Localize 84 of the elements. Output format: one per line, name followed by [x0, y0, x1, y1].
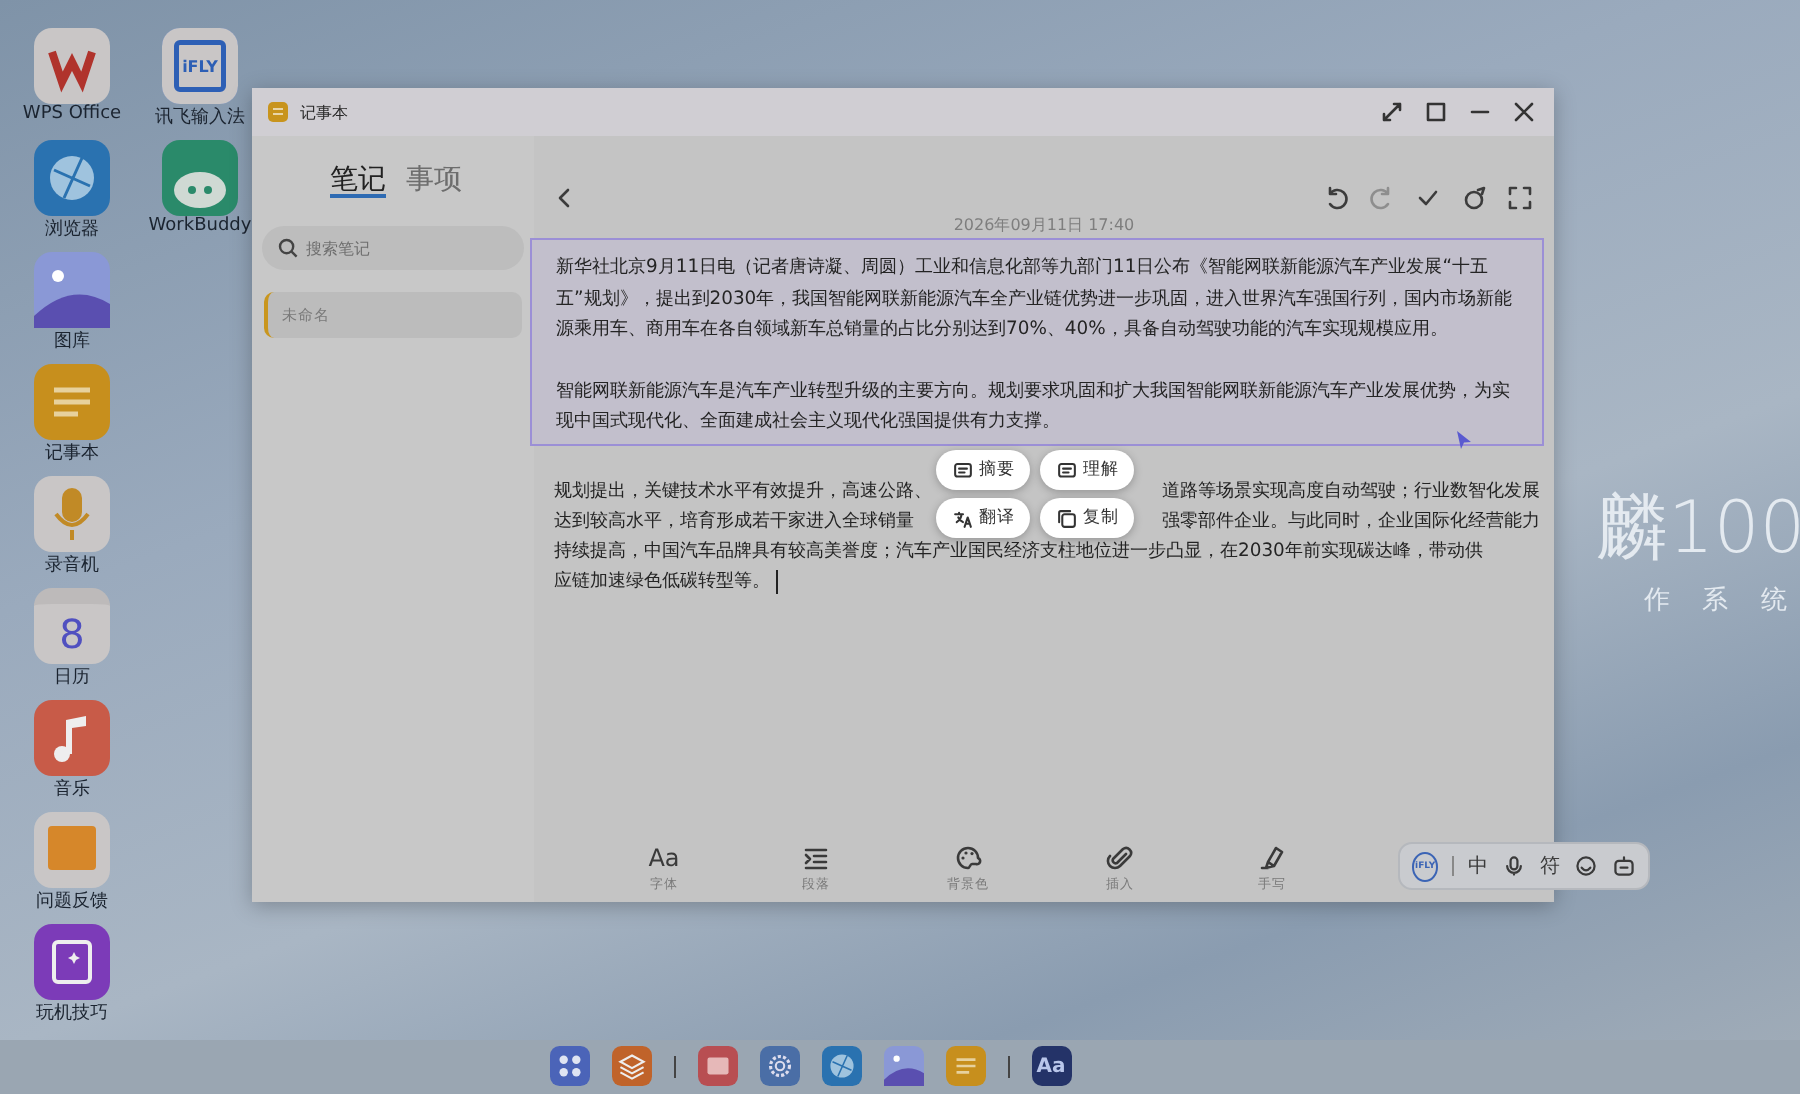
- emoji-button[interactable]: [1574, 854, 1598, 878]
- app-icon: [34, 812, 110, 888]
- app-label[interactable]: 图库: [54, 328, 90, 354]
- mic-button[interactable]: [1502, 854, 1526, 878]
- text-line: 达到较高水平，培育形成若干家进入全球销量: [554, 507, 914, 536]
- dock-app-button[interactable]: [549, 1046, 589, 1086]
- speech-bubble-icon: [951, 459, 973, 481]
- wallpaper-logo-subtitle: 作 系 统: [1644, 584, 1800, 618]
- text-line: 道路等场景实现高度自动驾驶；行业数智化发展: [1162, 477, 1540, 505]
- understand-button[interactable]: 理解: [1040, 450, 1134, 490]
- app-icon: [883, 1046, 923, 1086]
- dock-app-button[interactable]: [697, 1046, 737, 1086]
- ai-button[interactable]: [1460, 184, 1488, 212]
- dock-app-button[interactable]: [883, 1046, 923, 1086]
- font-icon: Aa: [648, 844, 680, 872]
- robot-icon: [1612, 854, 1636, 878]
- summary-button[interactable]: 摘要: [936, 450, 1030, 490]
- smiley-icon: [1574, 854, 1598, 878]
- search-icon: [278, 238, 298, 258]
- text-cursor: [776, 570, 778, 595]
- text-line: 规划提出，关键技术水平有效提升，高速公路、: [554, 477, 932, 505]
- shrink-button[interactable]: [1378, 98, 1406, 126]
- paragraph: 智能网联新能源汽车是汽车产业转型升级的主要方向。规划要求巩固和扩大我国智能网联新能源汽车产业发展优势，为实现中国式现代化、全面建成社会主义现代化强国提供有力支撑。: [556, 377, 1512, 436]
- app-icon: [945, 1046, 985, 1086]
- translate-icon: [951, 507, 973, 529]
- paragraph: 新华社北京9月11日电（记者唐诗凝、周圆）工业和信息化部等九部门11日公布《智能网联新能源汽车产业发展“十五五”规划》，提出到2030年，我国智能网联新能源汽车全产业链优势进一步巩固，进入世界汽车强国行列，国内市场新能源乘用车、商用车在各自领域新车总销量的占比分别达到70%、40%，具备自动驾驶功能的汽车实现规模应用。: [556, 254, 1515, 344]
- app-icon: [34, 924, 110, 1000]
- app-icon: [34, 476, 110, 552]
- tab[interactable]: 笔记: [330, 164, 386, 198]
- text-line: 持续提高，中国汽车品牌具有较高美誉度；汽车产业国民经济支柱地位进一步凸显，在2030年前实现碳达峰，带动供: [554, 538, 1483, 567]
- robot-button[interactable]: [1612, 854, 1636, 878]
- close-button[interactable]: [1510, 98, 1538, 126]
- app-label[interactable]: 浏览器: [45, 216, 99, 242]
- app-label[interactable]: 日历: [54, 664, 90, 690]
- microphone-icon: [1502, 854, 1526, 878]
- wallpaper-logo-text: 麟100: [1596, 486, 1800, 574]
- app-icon: [34, 252, 110, 328]
- pen-icon: [1258, 844, 1286, 872]
- translate-button[interactable]: 翻译: [936, 498, 1030, 538]
- app-logo-icon: [34, 28, 110, 104]
- app-label[interactable]: 讯飞输入法: [155, 104, 245, 130]
- copy-icon: [1055, 507, 1077, 529]
- app-label[interactable]: 录音机: [45, 552, 99, 578]
- app-icon: [821, 1046, 861, 1086]
- note-date: 2026年09月11日 17:40: [951, 214, 1137, 236]
- ifly-icon: iFLY: [162, 28, 238, 104]
- shrink-icon: [1378, 98, 1406, 126]
- app-label[interactable]: 问题反馈: [36, 888, 108, 914]
- dock-app-button[interactable]: Aa: [1031, 1046, 1071, 1086]
- window-title: 记事本: [300, 101, 350, 123]
- maximize-button[interactable]: [1422, 98, 1450, 126]
- app-icon: [34, 140, 110, 216]
- fullscreen-button[interactable]: [1506, 184, 1534, 212]
- text-line: 强零部件企业。与此同时，企业国际化经营能力: [1162, 507, 1540, 536]
- calendar-icon: 8: [34, 588, 110, 664]
- app-icon: [34, 364, 110, 440]
- mouse-pointer-icon: [1456, 430, 1472, 450]
- app-icon: [611, 1046, 651, 1086]
- text-line: 应链加速绿色低碳转型等。: [554, 568, 770, 597]
- palette-icon: [954, 844, 982, 872]
- app-label[interactable]: 记事本: [45, 440, 99, 466]
- app-label[interactable]: WorkBuddy: [148, 216, 252, 236]
- close-icon: [1510, 98, 1538, 126]
- app-icon: [34, 700, 110, 776]
- ime-mode-button[interactable]: 符: [1540, 852, 1560, 880]
- list-icon: [802, 844, 830, 872]
- dock-app-button[interactable]: [611, 1046, 651, 1086]
- app-icon: [759, 1046, 799, 1086]
- app-icon: [697, 1046, 737, 1086]
- search-field[interactable]: 搜索笔记: [262, 226, 524, 270]
- paperclip-icon: [1106, 844, 1134, 872]
- app-icon: [162, 140, 238, 216]
- app-label[interactable]: 玩机技巧: [36, 1000, 108, 1026]
- dock-app-button[interactable]: [759, 1046, 799, 1086]
- speech-bubble-icon: [1055, 459, 1077, 481]
- ime-mode-button[interactable]: 中: [1468, 852, 1488, 880]
- app-icon: [549, 1046, 589, 1086]
- app-label[interactable]: 音乐: [54, 776, 90, 802]
- copy-button[interactable]: 复制: [1040, 498, 1134, 538]
- maximize-icon: [1422, 98, 1450, 126]
- dock-app-button[interactable]: [821, 1046, 861, 1086]
- notes-app-icon: [268, 102, 288, 122]
- app-label[interactable]: WPS Office: [22, 104, 122, 124]
- expand-icon: [1506, 184, 1534, 212]
